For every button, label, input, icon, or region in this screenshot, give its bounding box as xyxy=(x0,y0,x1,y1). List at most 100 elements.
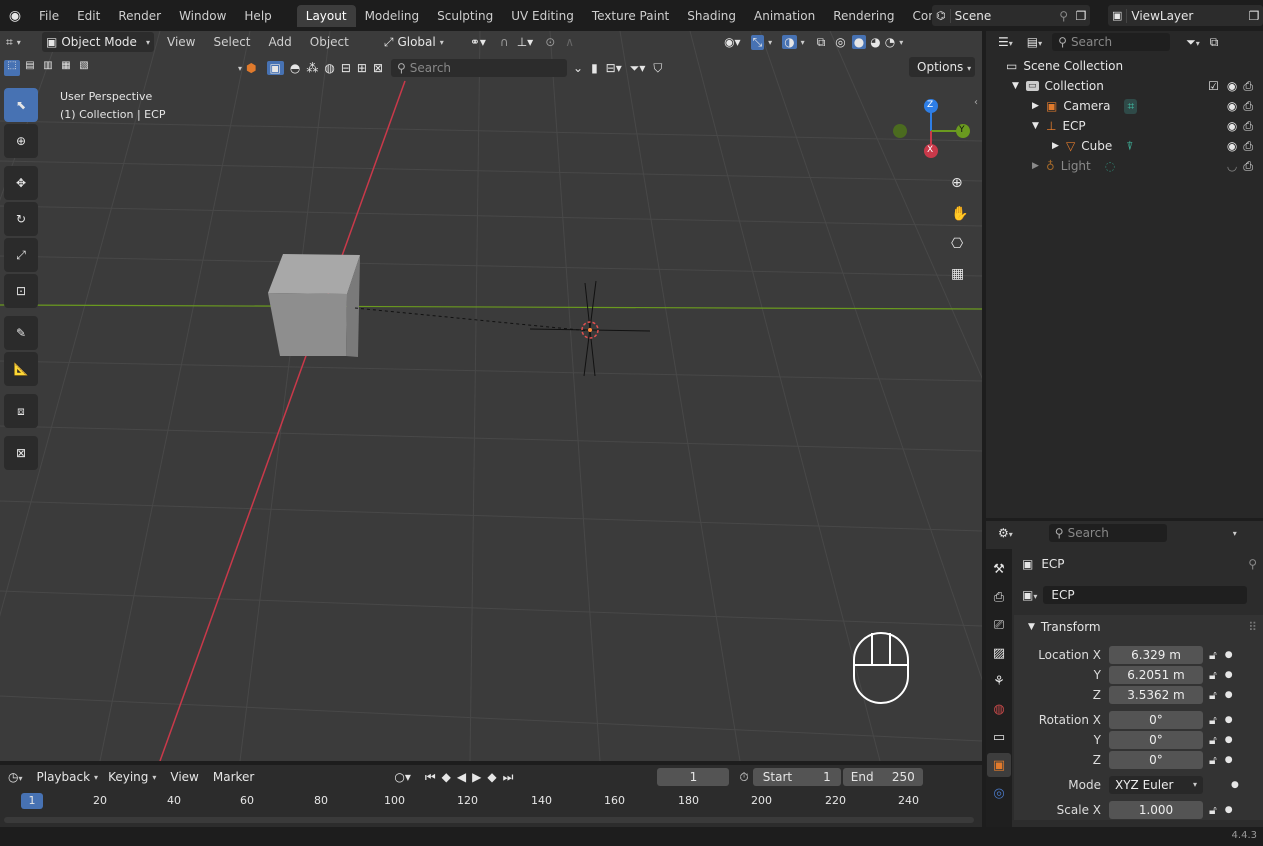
mesh-select-icon[interactable]: ▣ xyxy=(266,61,284,75)
texture-icon[interactable]: ⊠ xyxy=(373,61,383,75)
pin-icon[interactable]: ⚲ xyxy=(1059,9,1068,23)
new-viewlayer-icon[interactable]: ❐ xyxy=(1245,9,1263,23)
viewport-menu-object[interactable]: Object xyxy=(301,31,358,53)
expand-chevron-icon[interactable]: ▶ xyxy=(1032,101,1046,111)
lock-icon[interactable]: 🔓︎ xyxy=(1209,648,1217,663)
lock-icon[interactable]: 🔓︎ xyxy=(1209,668,1217,683)
keyframe-dot-icon[interactable]: ● xyxy=(1225,735,1233,745)
new-scene-icon[interactable]: ❐ xyxy=(1072,9,1090,23)
keyframe-dot-icon[interactable]: ● xyxy=(1225,755,1233,765)
xray-icon[interactable]: ⧉ xyxy=(817,35,826,50)
transform-panel-header[interactable]: ▼ Transform ⠿ xyxy=(1014,615,1263,639)
collection-row[interactable]: ▼ ▭ Collection ☑ ◉ ⎙ xyxy=(1012,76,1263,96)
gizmo-toggle-icon[interactable]: ⤡ xyxy=(750,34,765,50)
outliner-search-input[interactable]: ⚲ Search xyxy=(1052,33,1171,51)
editor-type-dropdown[interactable]: ⌗ ▾ xyxy=(6,35,38,50)
playback-menu[interactable]: Playback ▾ xyxy=(37,770,99,784)
eye-icon[interactable]: ◉ xyxy=(1227,99,1237,113)
filter-icon[interactable]: ⏷▾ xyxy=(1186,35,1200,50)
menu-render[interactable]: Render xyxy=(109,5,170,27)
toggle-icon[interactable]: ⌄ xyxy=(573,61,583,75)
lock-icon[interactable]: 🔓︎ xyxy=(1209,803,1217,818)
select-subtract-icon[interactable]: ▥ xyxy=(40,60,56,76)
world-tab-icon[interactable]: ◍ xyxy=(987,697,1011,721)
bookmark-icon[interactable]: ▮ xyxy=(591,61,598,75)
scene-tab-icon[interactable]: ⚘ xyxy=(987,669,1011,693)
drag-handle-icon[interactable]: ⠿ xyxy=(1248,620,1257,634)
rotate-tool[interactable]: ↻ xyxy=(4,202,38,236)
outliner-item-light[interactable]: ▶ ♁ Light ◌ ◡ ⎙ xyxy=(1032,156,1263,176)
menu-edit[interactable]: Edit xyxy=(68,5,109,27)
keyframe-dot-icon[interactable]: ● xyxy=(1225,670,1233,680)
jump-end-icon[interactable]: ⏭ xyxy=(503,770,514,785)
orientation-dropdown[interactable]: ⤢ Global ▾ xyxy=(384,35,460,50)
outliner-item-cube[interactable]: ▶ ▽ Cube ⍒ ◉ ⎙ xyxy=(1052,136,1263,156)
collapse-chevron-icon[interactable]: ‹ xyxy=(974,97,978,108)
pivot-icon[interactable]: ⚭▾ xyxy=(470,35,486,49)
snap-target-icon[interactable]: ⊥▾ xyxy=(517,35,533,49)
outliner-item-camera[interactable]: ▶ ▣ Camera ⌗ ◉ ⎙ xyxy=(1032,96,1263,116)
physics-tab-icon[interactable]: ◎ xyxy=(987,781,1011,805)
lock-icon[interactable]: 🔓︎ xyxy=(1209,688,1217,703)
wireframe-shading-icon[interactable]: ◎ xyxy=(835,35,845,49)
viewport-3d[interactable]: ⌗ ▾ ▣ Object Mode ▾ View Select Add Object… xyxy=(0,31,982,761)
ecp-empty-object[interactable] xyxy=(529,280,651,377)
scale-tool[interactable]: ⤢ xyxy=(4,238,38,272)
location-x-field[interactable]: 6.329 m xyxy=(1109,646,1203,664)
render-tab-icon[interactable]: ⎙ xyxy=(987,585,1011,609)
keyframe-dot-icon[interactable]: ● xyxy=(1225,650,1233,660)
snap-icon[interactable]: ∩ xyxy=(500,35,509,49)
jump-start-icon[interactable]: ⏮ xyxy=(425,770,436,785)
select-box-tool[interactable]: ⬉ xyxy=(4,88,38,122)
rotation-mode-dropdown[interactable]: XYZ Euler ▾ xyxy=(1109,776,1203,794)
rotation-z-field[interactable]: 0° xyxy=(1109,751,1203,769)
checkbox-icon[interactable]: ☑ xyxy=(1208,79,1219,93)
timeline-editor-type-icon[interactable]: ◷▾ xyxy=(8,770,23,784)
measure-tool[interactable]: 📐 xyxy=(4,352,38,386)
object-tab-icon[interactable]: ▣ xyxy=(987,753,1011,777)
keyframe-dot-icon[interactable]: ● xyxy=(1225,805,1233,815)
timeline-scrollbar[interactable] xyxy=(4,817,974,823)
keying-menu[interactable]: Keying ▾ xyxy=(108,770,156,784)
camera-view-button[interactable]: ⎔ xyxy=(951,236,963,252)
tab-texture-paint[interactable]: Texture Paint xyxy=(583,5,678,27)
tool-tab-icon[interactable]: ⚒ xyxy=(987,557,1011,581)
falloff-icon[interactable]: ∧ xyxy=(565,35,574,49)
globe-icon[interactable]: ◍ xyxy=(324,61,334,75)
tab-uv-editing[interactable]: UV Editing xyxy=(502,5,583,27)
display-mode-icon[interactable]: ▤▾ xyxy=(1027,35,1042,49)
select-new-icon[interactable]: ⬚ xyxy=(4,60,20,76)
select-intersect-icon[interactable]: ▧ xyxy=(76,60,92,76)
particle-icon[interactable]: ⁂ xyxy=(306,61,318,75)
scale-x-field[interactable]: 1.000 xyxy=(1109,801,1203,819)
current-frame-field[interactable]: 1 xyxy=(657,768,730,786)
mode-dropdown[interactable]: ▣ Object Mode ▾ xyxy=(42,32,154,52)
annotate-tool[interactable]: ✎ xyxy=(4,316,38,350)
play-icon[interactable]: ▶ xyxy=(472,770,481,784)
stack-icon[interactable]: ⊟ xyxy=(341,61,351,75)
keyframe-dot-icon[interactable]: ● xyxy=(1225,690,1233,700)
outliner-item-ecp[interactable]: ▼ ⊥ ECP ◉ ⎙ xyxy=(1032,116,1263,136)
pan-hand-button[interactable]: ✋ xyxy=(951,206,968,222)
scene-collection-row[interactable]: ▭ Scene Collection xyxy=(1006,56,1263,76)
jump-keyframe-forward-icon[interactable]: ◆ xyxy=(487,770,496,784)
location-y-field[interactable]: 6.2051 m xyxy=(1109,666,1203,684)
end-frame-field[interactable]: End 250 xyxy=(842,768,923,786)
lock-icon[interactable]: 🔓︎ xyxy=(1209,713,1217,728)
move-tool[interactable]: ✥ xyxy=(4,166,38,200)
camera-render-icon[interactable]: ⎙ xyxy=(1243,139,1253,154)
select-invert-icon[interactable]: ▦ xyxy=(58,60,74,76)
auto-keying-icon[interactable]: ○▾ xyxy=(394,770,411,784)
cursor-tool[interactable]: ⊕ xyxy=(4,124,38,158)
rotation-x-field[interactable]: 0° xyxy=(1109,711,1203,729)
object-name-field[interactable]: ECP xyxy=(1043,586,1248,604)
lock-icon[interactable]: 🔓︎ xyxy=(1209,733,1217,748)
add-cube-tool[interactable]: ⧈ xyxy=(4,394,38,428)
eye-icon[interactable]: ◉ xyxy=(1227,119,1237,133)
cube-object[interactable] xyxy=(268,254,360,357)
keyframe-dot-icon[interactable]: ● xyxy=(1225,715,1233,725)
tab-layout[interactable]: Layout xyxy=(296,4,356,27)
camera-render-icon[interactable]: ⎙ xyxy=(1243,79,1253,94)
properties-options-icon[interactable]: ▾ xyxy=(1233,529,1237,538)
new-collection-icon[interactable]: ⧉ xyxy=(1210,35,1219,50)
